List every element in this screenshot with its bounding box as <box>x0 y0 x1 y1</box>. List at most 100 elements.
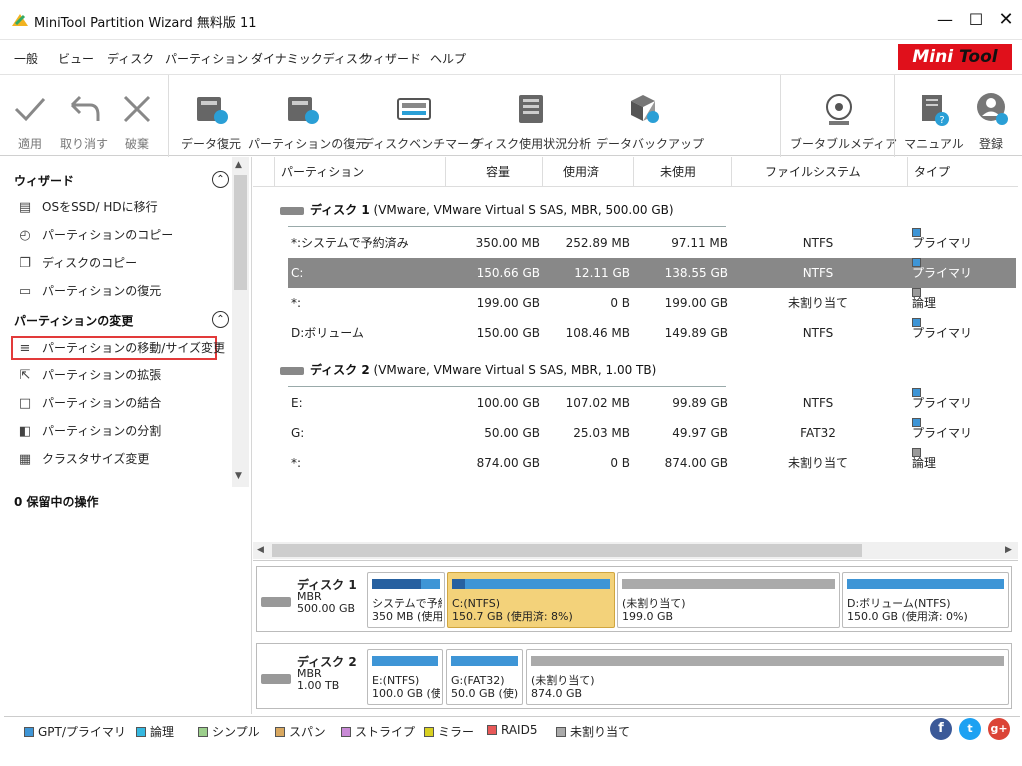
partition-size: 874.0 GB <box>531 687 583 700</box>
logo-mini: Mini <box>912 47 954 67</box>
menu-help[interactable]: ヘルプ <box>430 50 466 67</box>
col-capacity[interactable]: 容量 <box>445 157 542 187</box>
maximize-button[interactable]: ☐ <box>963 8 989 32</box>
disk2-underline <box>288 386 726 387</box>
col-partition[interactable]: パーティション <box>274 157 445 187</box>
minitool-logo: Mini Tool <box>898 44 1012 70</box>
sidebar-item-label: パーティションの結合 <box>42 396 162 410</box>
partition-block[interactable]: G:(FAT32) 50.0 GB (使) <box>446 649 523 705</box>
disk-benchmark-button[interactable]: ディスクベンチマーク <box>362 75 481 157</box>
table-row[interactable]: *:システムで予約済み 350.00 MB 252.89 MB 97.11 MB NTF… <box>288 228 1016 258</box>
partition-block[interactable]: (未割り当て) 874.0 GB <box>526 649 1009 705</box>
data-recovery-button[interactable]: データ復元 <box>180 75 242 157</box>
table-row[interactable]: *: 874.00 GB 0 B 874.00 GB 未割り当て 論理 <box>288 448 1016 478</box>
partition-recovery-button[interactable]: パーティションの復元 <box>248 75 367 157</box>
legend-label: ミラー <box>438 725 475 739</box>
usage-fill <box>372 579 421 589</box>
col-type[interactable]: タイプ <box>907 157 1018 187</box>
usage-bar <box>531 656 1004 666</box>
table-row[interactable]: D:ボリューム 150.00 GB 108.46 MB 149.89 GB NTFS プラ… <box>288 318 1016 348</box>
usage-fill <box>452 579 465 589</box>
menu-wizard[interactable]: ウィザード <box>361 50 421 67</box>
sidebar-item-merge[interactable]: □ パーティションの結合 <box>16 391 161 415</box>
legend-swatch <box>556 727 566 737</box>
menu-view[interactable]: ビュー <box>58 50 94 67</box>
partition-block[interactable]: システムで予約 350 MB (使用 <box>367 572 445 628</box>
undo-button[interactable]: 取り消す <box>56 75 112 157</box>
minimize-button[interactable]: — <box>932 8 958 32</box>
col-used[interactable]: 使用済 <box>542 157 633 187</box>
scroll-up-arrow-icon[interactable]: ▲ <box>235 160 242 170</box>
capacity-cell: 150.66 GB <box>476 266 540 280</box>
partition-block[interactable]: (未割り当て) 199.0 GB <box>617 572 840 628</box>
sidebar-item-copy-disk[interactable]: ❐ ディスクのコピー <box>16 251 137 275</box>
sidebar-item-copy-partition[interactable]: ◴ パーティションのコピー <box>16 223 173 247</box>
menu-disk[interactable]: ディスク <box>107 50 154 67</box>
close-button[interactable]: ✕ <box>993 8 1019 32</box>
collapse-wizard-button[interactable]: ⌃ <box>212 171 229 188</box>
twitter-icon[interactable]: t <box>959 718 981 740</box>
horizontal-scrollbar-thumb[interactable] <box>272 544 862 557</box>
col-unused[interactable]: 未使用 <box>633 157 731 187</box>
type-label: 論理 <box>912 456 937 470</box>
sidebar-item-partition-recovery[interactable]: ▭ パーティションの復元 <box>16 279 161 303</box>
col-filesystem[interactable]: ファイルシステム <box>731 157 907 187</box>
scroll-left-arrow-icon[interactable]: ◀ <box>257 545 264 555</box>
partition-block-label: (未割り当て) 199.0 GB <box>622 597 837 623</box>
type-label: プライマリ <box>912 426 973 440</box>
manual-button[interactable]: ? マニュアル <box>904 75 964 157</box>
table-row[interactable]: C: 150.66 GB 12.11 GB 138.55 GB NTFS プライマリ <box>288 258 1016 288</box>
collapse-change-button[interactable]: ⌃ <box>212 311 229 328</box>
partition-recovery-icon <box>288 97 319 124</box>
sidebar-item-cluster-size[interactable]: ▦ クラスタサイズ変更 <box>16 447 150 471</box>
bootable-media-button[interactable]: ブータブルメディア <box>790 75 897 157</box>
sidebar-scrollbar-thumb[interactable] <box>234 175 247 290</box>
menu-general[interactable]: 一般 <box>14 50 38 67</box>
data-backup-button[interactable]: データバックアップ <box>596 75 704 157</box>
app-icon <box>12 14 28 26</box>
table-row[interactable]: E: 100.00 GB 107.02 MB 99.89 GB NTFS プライマリ <box>288 388 1016 418</box>
scroll-right-arrow-icon[interactable]: ▶ <box>1005 545 1012 555</box>
sidebar-item-label: OSをSSD/ HDに移行 <box>42 200 158 214</box>
partition-block-label: E:(NTFS) 100.0 GB (使 <box>372 674 440 700</box>
legend-item: シンプル <box>198 723 260 740</box>
table-header: パーティション 容量 使用済 未使用 ファイルシステム タイプ <box>253 157 1018 187</box>
toolbar: 適用 取り消す 破棄 データ復元 パーティションの復元 ディスクベンチマーク デ… <box>0 74 1022 157</box>
filesystem-cell: NTFS <box>802 266 834 280</box>
disk2-map[interactable]: ディスク 2 MBR 1.00 TB E:(NTFS) 100.0 GB (使 G… <box>256 643 1012 709</box>
register-button[interactable]: 登録 <box>966 75 1016 157</box>
backup-icon <box>631 95 659 123</box>
type-color-swatch <box>912 228 921 237</box>
apply-button[interactable]: 適用 <box>8 75 52 157</box>
manual-icon: ? <box>922 95 949 126</box>
partition-block[interactable]: E:(NTFS) 100.0 GB (使 <box>367 649 443 705</box>
disk2-header[interactable]: ディスク 2 (VMware, VMware Virtual S SAS, MB… <box>280 361 656 378</box>
legend-swatch <box>424 727 434 737</box>
disk1-map-label: ディスク 1 MBR 500.00 GB <box>297 579 357 615</box>
google-plus-icon[interactable]: g+ <box>988 718 1010 740</box>
discard-x-icon <box>123 95 151 123</box>
sidebar-item-migrate-os[interactable]: ▤ OSをSSD/ HDに移行 <box>16 195 158 219</box>
sidebar-item-split[interactable]: ◧ パーティションの分割 <box>16 419 161 443</box>
legend-swatch <box>487 725 497 735</box>
space-analyzer-button[interactable]: ディスク使用状況分析 <box>472 75 592 157</box>
usage-bar <box>847 579 1004 589</box>
space-analyzer-label: ディスク使用状況分析 <box>472 137 592 151</box>
sidebar-item-extend[interactable]: ⇱ パーティションの拡張 <box>16 363 162 387</box>
facebook-icon[interactable]: f <box>930 718 952 740</box>
menu-partition[interactable]: パーティション <box>165 50 248 67</box>
discard-button[interactable]: 破棄 <box>114 75 160 157</box>
legend-swatch <box>341 727 351 737</box>
table-row[interactable]: G: 50.00 GB 25.03 MB 49.97 GB FAT32 プライマリ <box>288 418 1016 448</box>
disk1-header[interactable]: ディスク 1 (VMware, VMware Virtual S SAS, MB… <box>280 201 674 218</box>
partition-block-selected[interactable]: C:(NTFS) 150.7 GB (使用済: 8%) <box>447 572 615 628</box>
partition-recovery-icon: ▭ <box>18 284 32 299</box>
sidebar-item-move-resize[interactable]: ≡ パーティションの移動/サイズ変更 <box>11 336 225 360</box>
partition-block[interactable]: D:ボリューム(NTFS) 150.0 GB (使用済: 0%) <box>842 572 1009 628</box>
legend-item: GPT/プライマリ <box>24 723 126 740</box>
checkmark-icon <box>14 97 46 122</box>
menu-dynamic-disk[interactable]: ダイナミックディスク <box>251 50 370 67</box>
table-row[interactable]: *: 199.00 GB 0 B 199.00 GB 未割り当て 論理 <box>288 288 1016 318</box>
disk1-map[interactable]: ディスク 1 MBR 500.00 GB システムで予約 350 MB (使用 C… <box>256 566 1012 632</box>
scroll-down-arrow-icon[interactable]: ▼ <box>235 471 242 481</box>
